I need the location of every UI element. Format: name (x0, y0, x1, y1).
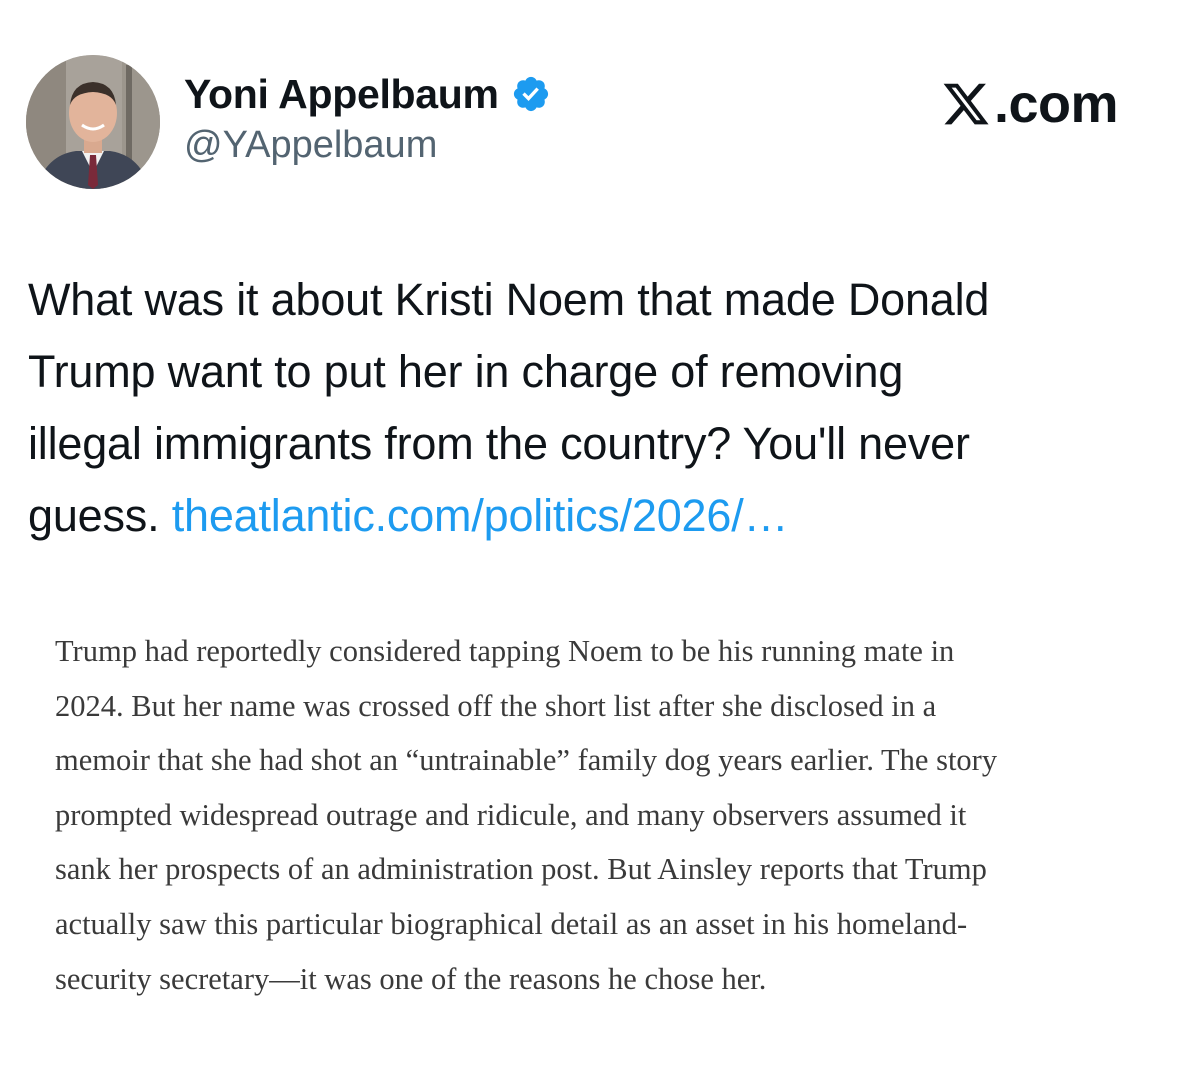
quote-excerpt: Trump had reportedly considered tapping … (55, 624, 1155, 1006)
tweet-text: What was it about Kristi Noem that made … (28, 264, 1158, 552)
tweet-line: illegal immigrants from the country? You… (28, 418, 970, 469)
quoted-article-image[interactable]: Trump had reportedly considered tapping … (0, 600, 1179, 1078)
quote-line: security secretary—it was one of the rea… (55, 961, 767, 996)
article-link[interactable]: theatlantic.com/politics/2026/… (172, 490, 789, 541)
tweet-line: Trump want to put her in charge of remov… (28, 346, 904, 397)
tweet-line-last: guess. theatlantic.com/politics/2026/… (28, 480, 1158, 552)
quote-line: Trump had reportedly considered tapping … (55, 634, 955, 668)
quote-line: actually saw this particular biographica… (55, 906, 968, 941)
author-handle[interactable]: @YAppelbaum (184, 124, 437, 167)
tweet-line-text: guess. (28, 490, 172, 541)
verified-badge-icon (511, 74, 551, 114)
tweet-screenshot: { "author": { "display_name": "Yoni Appe… (0, 0, 1179, 1078)
author-display-name[interactable]: Yoni Appelbaum (184, 71, 499, 118)
quote-line: prompted widespread outrage and ridicule… (55, 797, 967, 832)
quote-line: 2024. But her name was crossed off the s… (55, 688, 937, 723)
avatar[interactable] (26, 55, 160, 189)
author-name-row: Yoni Appelbaum (184, 66, 551, 122)
profile-photo-icon (26, 55, 160, 189)
site-brand: .com (940, 74, 1119, 134)
quote-line: sank her prospects of an administration … (55, 852, 987, 887)
tweet-header: Yoni Appelbaum @YAppelbaum .com (0, 0, 1179, 200)
x-logo-icon (940, 79, 992, 129)
site-suffix: .com (994, 74, 1119, 134)
tweet-line: What was it about Kristi Noem that made … (28, 274, 990, 325)
quote-line: memoir that she had shot an “untrainable… (55, 743, 998, 778)
